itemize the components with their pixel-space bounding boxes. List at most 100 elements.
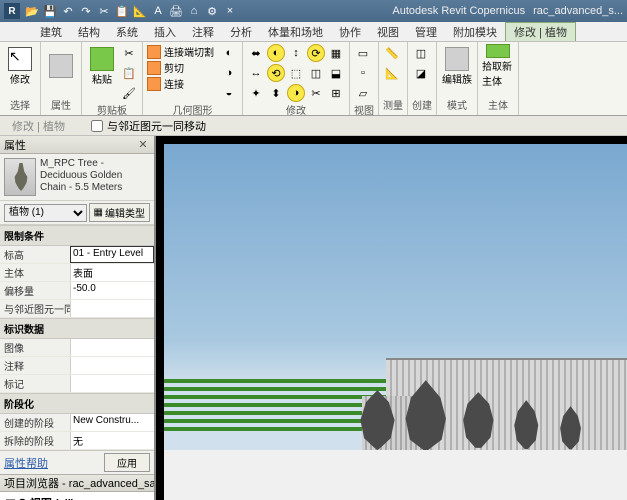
qat-button[interactable]: A xyxy=(150,3,166,19)
properties-header: 属性 ✕ xyxy=(0,136,154,154)
qat-button[interactable]: ⚙ xyxy=(204,3,220,19)
property-value[interactable]: 01 - Entry Level xyxy=(70,246,154,263)
options-bar: 修改 | 植物 与邻近图元一同移动 xyxy=(0,116,627,136)
viewport[interactable] xyxy=(156,136,627,500)
ribbon-group: ◫◪创建 xyxy=(408,42,437,115)
close-icon[interactable]: ✕ xyxy=(136,138,150,152)
property-value[interactable] xyxy=(70,375,154,392)
ribbon-tab[interactable]: 结构 xyxy=(70,22,108,41)
property-row[interactable]: 偏移量-50.0 xyxy=(0,282,154,300)
qat-button[interactable]: 📋 xyxy=(114,3,130,19)
ribbon-tab[interactable]: 系统 xyxy=(108,22,146,41)
property-value[interactable] xyxy=(70,339,154,356)
ribbon-button[interactable]: ▦ xyxy=(327,44,345,62)
ribbon-button[interactable]: ⟲ xyxy=(267,64,285,82)
properties-help-link[interactable]: 属性帮助 xyxy=(4,455,48,471)
ribbon-button[interactable]: ▱ xyxy=(354,84,372,102)
property-row[interactable]: 注释 xyxy=(0,357,154,375)
ribbon-tab[interactable]: 分析 xyxy=(222,22,260,41)
property-section-header[interactable]: 标识数据 xyxy=(0,318,154,339)
properties-title: 属性 xyxy=(4,137,26,153)
ribbon-group-label: 模式 xyxy=(441,97,473,113)
ribbon-button[interactable]: ⬚ xyxy=(287,64,305,82)
property-row[interactable]: 与邻近图元一同... xyxy=(0,300,154,318)
property-label: 图像 xyxy=(0,339,70,356)
ribbon-tab[interactable]: 建筑 xyxy=(32,22,70,41)
qat-button[interactable]: 📐 xyxy=(132,3,148,19)
ribbon-button[interactable]: ◫ xyxy=(307,64,325,82)
ribbon-tab[interactable]: 修改 | 植物 xyxy=(505,22,576,41)
qat-button[interactable]: ↶ xyxy=(60,3,76,19)
property-row[interactable]: 拆除的阶段无 xyxy=(0,432,154,450)
move-with-nearby-input[interactable] xyxy=(91,120,103,132)
ribbon-tab[interactable]: 注释 xyxy=(184,22,222,41)
property-value[interactable]: 无 xyxy=(70,432,154,449)
ribbon-button[interactable]: ⬍ xyxy=(267,84,285,102)
ribbon-button[interactable]: 连接 xyxy=(147,76,214,91)
ribbon-button[interactable]: ◒ xyxy=(220,84,238,102)
edit-type-button[interactable]: ▦ 编辑类型 xyxy=(89,203,150,222)
ribbon-tab[interactable]: 管理 xyxy=(407,22,445,41)
ribbon-button[interactable]: ✂ xyxy=(120,44,138,62)
property-row[interactable]: 图像 xyxy=(0,339,154,357)
family-selector[interactable]: M_RPC Tree - Deciduous Golden Chain - 5.… xyxy=(0,154,154,200)
ribbon-group-label: 几何图形 xyxy=(147,102,238,118)
qat-button[interactable]: 🖨 xyxy=(168,3,184,19)
property-row[interactable]: 创建的阶段New Constru... xyxy=(0,414,154,432)
property-value[interactable]: 表面 xyxy=(70,264,154,281)
property-row[interactable]: 标高01 - Entry Level xyxy=(0,246,154,264)
ribbon-button[interactable]: 📏 xyxy=(383,44,401,62)
qat-button[interactable]: ↷ xyxy=(78,3,94,19)
3d-view[interactable] xyxy=(164,144,627,500)
ribbon-button[interactable]: 修改 xyxy=(4,44,36,88)
property-value[interactable]: New Constru... xyxy=(70,414,154,431)
ribbon-button[interactable]: ↕ xyxy=(287,44,305,62)
ribbon-button[interactable]: ◑ xyxy=(220,64,238,82)
qat-button[interactable]: × xyxy=(222,3,238,19)
ribbon-tab[interactable]: 体量和场地 xyxy=(260,22,331,41)
ribbon-tab[interactable]: 插入 xyxy=(146,22,184,41)
ribbon-button[interactable]: ↔ xyxy=(247,64,265,82)
ribbon-button[interactable]: ◐ xyxy=(267,44,285,62)
ribbon-tab[interactable]: 协作 xyxy=(331,22,369,41)
ribbon-button[interactable]: ◐ xyxy=(220,44,238,62)
ribbon-button[interactable]: ▭ xyxy=(354,44,372,62)
ribbon-button[interactable]: ◑ xyxy=(287,84,305,102)
ribbon-button[interactable]: 粘贴 xyxy=(86,44,118,88)
ribbon-button[interactable]: ✂ xyxy=(307,84,325,102)
tree-root[interactable]: − ⦾ 视图 (all) xyxy=(2,494,152,500)
ribbon-button[interactable]: ⬓ xyxy=(327,64,345,82)
qat-button[interactable]: 💾 xyxy=(42,3,58,19)
property-section-header[interactable]: 限制条件 xyxy=(0,225,154,246)
property-value[interactable]: -50.0 xyxy=(70,282,154,299)
ribbon-button[interactable]: 拾取新主体 xyxy=(482,44,514,88)
ribbon-button[interactable]: 🖌 xyxy=(120,84,138,102)
qat-button[interactable]: ⌂ xyxy=(186,3,202,19)
type-selector[interactable]: 植物 (1) xyxy=(4,204,87,222)
property-value[interactable] xyxy=(70,357,154,374)
move-with-nearby-checkbox[interactable]: 与邻近图元一同移动 xyxy=(91,118,206,134)
ribbon-button[interactable] xyxy=(45,44,77,88)
ribbon-button[interactable]: ◫ xyxy=(412,44,430,62)
property-row[interactable]: 主体表面 xyxy=(0,264,154,282)
ribbon-button[interactable]: ✦ xyxy=(247,84,265,102)
ribbon-button[interactable]: 连接端切割 xyxy=(147,44,214,59)
ribbon-button[interactable]: ⟳ xyxy=(307,44,325,62)
ribbon-button[interactable]: ◪ xyxy=(412,64,430,82)
ribbon-button[interactable]: ⊞ xyxy=(327,84,345,102)
qat-button[interactable]: ✂ xyxy=(96,3,112,19)
ribbon-button[interactable]: 剪切 xyxy=(147,60,214,75)
ribbon-tab[interactable]: 视图 xyxy=(369,22,407,41)
ribbon-button[interactable]: ▫ xyxy=(354,64,372,82)
property-row[interactable]: 标记 xyxy=(0,375,154,393)
ribbon-icon xyxy=(8,47,32,71)
ribbon-button[interactable]: 📐 xyxy=(383,64,401,82)
qat-button[interactable]: 📂 xyxy=(24,3,40,19)
ribbon-tab[interactable]: 附加模块 xyxy=(445,22,505,41)
apply-button[interactable]: 应用 xyxy=(104,453,150,472)
property-section-header[interactable]: 阶段化 xyxy=(0,393,154,414)
ribbon-button[interactable]: ⬌ xyxy=(247,44,265,62)
ribbon-button[interactable]: 编辑族 xyxy=(441,44,473,88)
ribbon-button[interactable]: 📋 xyxy=(120,64,138,82)
property-value[interactable] xyxy=(70,300,154,317)
